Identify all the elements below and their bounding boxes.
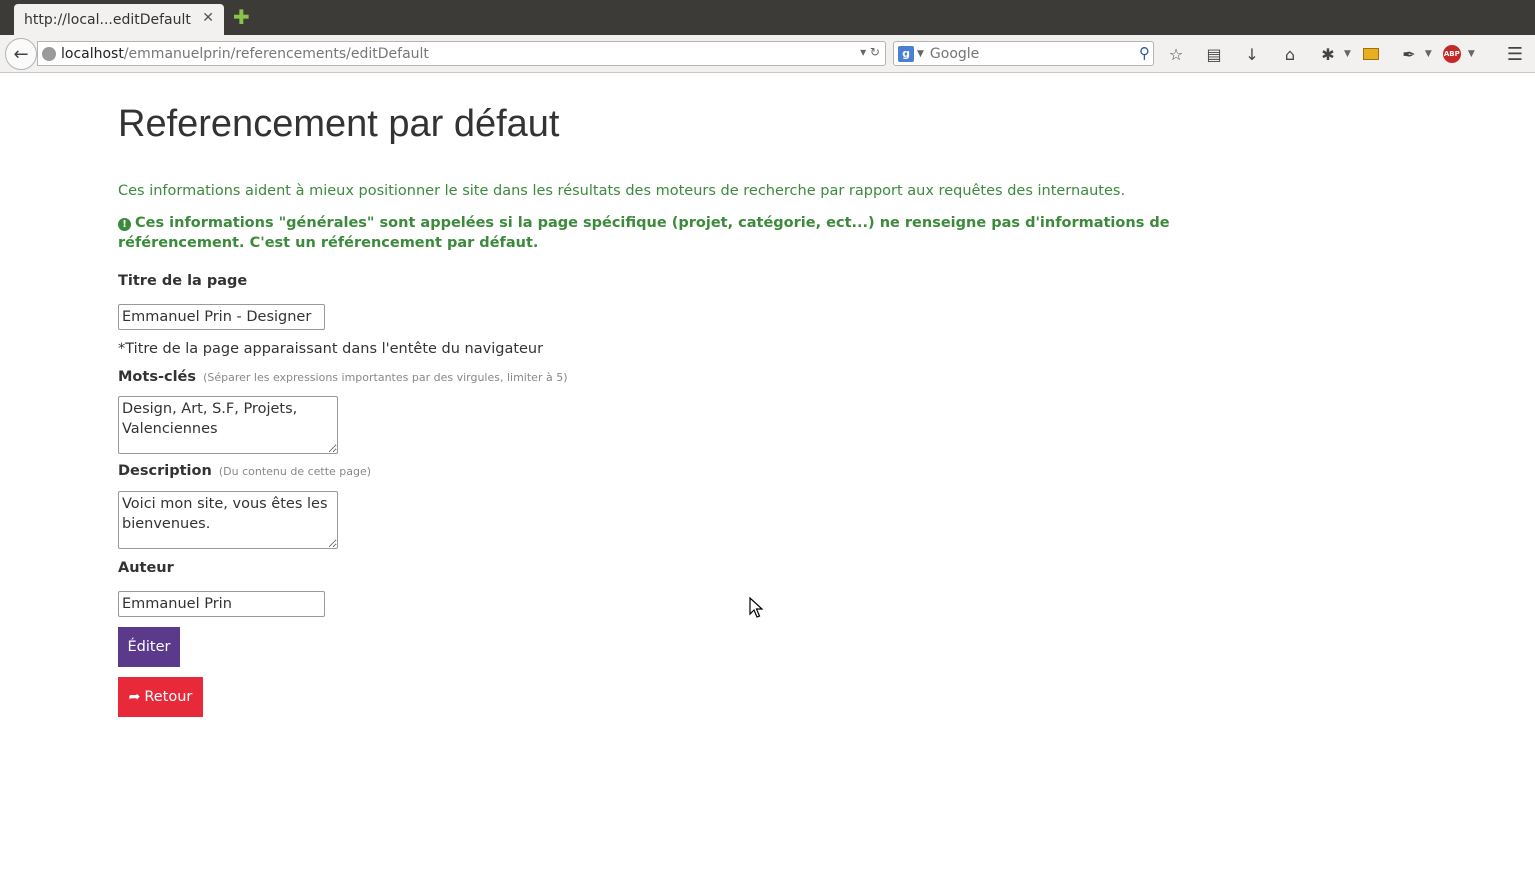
description-label-text: Description (118, 463, 212, 479)
browser-nav-bar: ← localhost/emmanuelprin/referencements/… (0, 35, 1535, 73)
star-icon[interactable]: ☆ (1162, 42, 1190, 66)
url-path: /emmanuelprin/referencements/editDefault (123, 45, 429, 62)
back-button[interactable]: ➦ Retour (118, 677, 203, 717)
warning-message: Ces informations "générales" sont appelé… (118, 215, 1170, 251)
reading-list-icon[interactable]: ▤ (1200, 42, 1228, 66)
back-button-label: Retour (144, 689, 193, 705)
home-icon[interactable]: ⌂ (1276, 42, 1304, 66)
warning-text: ! Ces informations "générales" sont appel… (118, 213, 1288, 253)
mouse-cursor-icon (749, 597, 763, 618)
keywords-label: Mots-clés (Séparer les expressions impor… (118, 369, 568, 385)
search-bar[interactable]: g ▼ ⚲ (893, 41, 1154, 66)
chevron-down-icon[interactable]: ▼ (1344, 49, 1351, 59)
back-arrow-icon[interactable]: ← (5, 38, 37, 70)
browser-tab-bar: http://local...editDefault ✕ ✚ (0, 0, 1535, 35)
download-icon[interactable]: ↓ (1238, 42, 1266, 66)
description-hint: (Du contenu de cette page) (218, 465, 372, 478)
chevron-down-icon[interactable]: ▼ (1425, 49, 1432, 59)
url-bar[interactable]: localhost/emmanuelprin/referencements/ed… (37, 41, 886, 66)
chevron-down-icon[interactable]: ▼ (917, 49, 924, 59)
keywords-textarea[interactable]: Design, Art, S.F, Projets, Valenciennes (118, 396, 338, 454)
new-tab-icon[interactable]: ✚ (233, 7, 250, 27)
author-input[interactable] (118, 591, 325, 617)
ruler-icon[interactable] (1357, 42, 1385, 66)
chevron-down-icon[interactable]: ▼ (1468, 49, 1475, 59)
eyedropper-icon[interactable]: ✒ (1395, 42, 1423, 66)
adblock-icon[interactable]: ABP (1438, 42, 1466, 66)
browser-tab[interactable]: http://local...editDefault ✕ (14, 4, 224, 35)
share-arrow-icon: ➦ (128, 689, 141, 705)
author-label: Auteur (118, 560, 174, 576)
info-text: Ces informations aident à mieux position… (118, 183, 1126, 199)
url-host: localhost (61, 45, 124, 62)
search-input[interactable] (929, 45, 1120, 62)
globe-icon (42, 46, 56, 61)
page-title-input[interactable] (118, 304, 325, 330)
search-icon[interactable]: ⚲ (1139, 44, 1150, 62)
page-title: Referencement par défaut (118, 103, 560, 145)
description-textarea[interactable]: Voici mon site, vous êtes les bienvenues… (118, 491, 338, 549)
google-icon[interactable]: g (898, 45, 914, 62)
edit-button[interactable]: Éditer (118, 627, 180, 667)
toolbar-icons: ☆ ▤ ↓ ⌂ ✱ ▼ ✒ ▼ ABP ▼ (1162, 42, 1481, 66)
page-title-label: Titre de la page (118, 273, 248, 289)
extension-icon[interactable]: ✱ (1314, 42, 1342, 66)
page-title-hint: *Titre de la page apparaissant dans l'en… (118, 341, 544, 357)
exclamation-icon: ! (118, 218, 131, 231)
close-tab-icon[interactable]: ✕ (202, 10, 214, 26)
description-label: Description (Du contenu de cette page) (118, 463, 371, 479)
tab-title: http://local...editDefault (24, 11, 191, 28)
menu-icon[interactable]: ☰ (1507, 44, 1523, 65)
keywords-hint: (Séparer les expressions importantes par… (203, 371, 568, 384)
keywords-label-text: Mots-clés (118, 369, 197, 385)
reload-icon[interactable]: ▾ ↻ (860, 45, 880, 59)
